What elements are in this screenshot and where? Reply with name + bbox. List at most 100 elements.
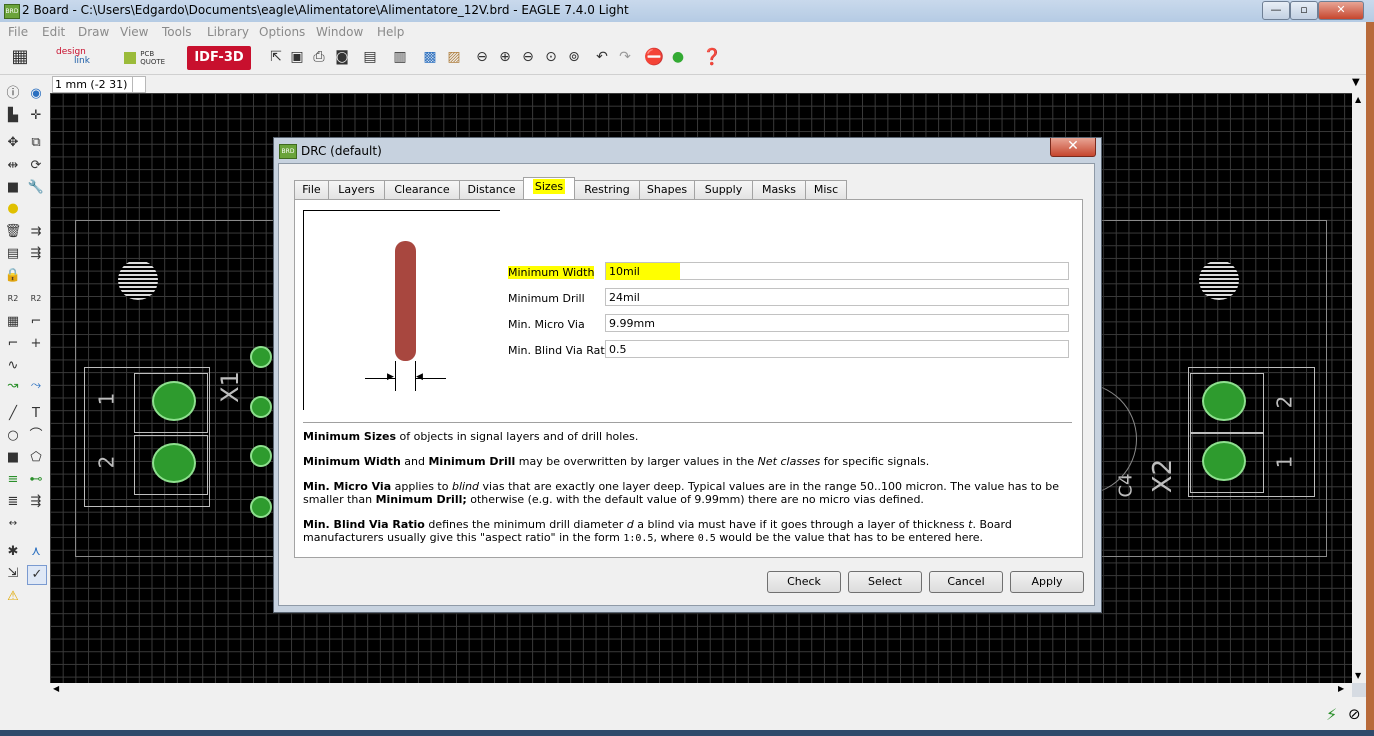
layer-icon[interactable]: ▩ bbox=[420, 47, 440, 67]
menu-help[interactable]: Help bbox=[377, 25, 404, 39]
zoom-area-icon[interactable]: ⊚ bbox=[564, 47, 584, 67]
lightning-icon[interactable]: ⚡ bbox=[1326, 705, 1337, 724]
cam-icon[interactable]: ◙ bbox=[332, 47, 352, 67]
x2-pad-1[interactable] bbox=[1202, 441, 1246, 481]
minimize-button[interactable]: — bbox=[1262, 1, 1290, 20]
maximize-button[interactable]: ▫ bbox=[1290, 1, 1318, 20]
tab-masks[interactable]: Masks bbox=[752, 180, 806, 199]
scroll-left-icon[interactable]: ◀ bbox=[53, 684, 59, 693]
meander-icon[interactable]: ∿ bbox=[4, 357, 22, 375]
zoom-out-icon[interactable]: ⊖ bbox=[518, 47, 538, 67]
open-icon[interactable]: ⇱ bbox=[266, 47, 286, 67]
tab-layers[interactable]: Layers bbox=[328, 180, 385, 199]
tab-misc[interactable]: Misc bbox=[805, 180, 847, 199]
tab-sizes[interactable]: Sizes bbox=[523, 177, 575, 200]
route-icon[interactable]: ↝ bbox=[4, 377, 22, 395]
zoom-redraw-icon[interactable]: ⊙ bbox=[541, 47, 561, 67]
circle-icon[interactable]: ○ bbox=[4, 427, 22, 445]
command-dropdown-icon[interactable]: ▼ bbox=[1352, 77, 1360, 88]
check-button[interactable]: Check bbox=[767, 571, 841, 593]
tab-clearance[interactable]: Clearance bbox=[384, 180, 460, 199]
help-icon[interactable]: ❓ bbox=[702, 47, 722, 67]
menu-library[interactable]: Library bbox=[207, 25, 249, 39]
menu-file[interactable]: File bbox=[8, 25, 28, 39]
paste-icon[interactable]: ● bbox=[4, 200, 22, 218]
close-window-button[interactable]: ✕ bbox=[1318, 1, 1364, 20]
name-icon[interactable]: R2 bbox=[4, 290, 22, 308]
polygon-icon[interactable]: ⬠ bbox=[27, 449, 45, 467]
miter-icon[interactable]: ⌐ bbox=[27, 313, 45, 331]
ripup-icon[interactable]: ⤳ bbox=[27, 377, 45, 395]
stop-command-icon[interactable]: ⊘ bbox=[1348, 705, 1361, 723]
tab-distance[interactable]: Distance bbox=[459, 180, 524, 199]
redo-icon[interactable]: ↷ bbox=[615, 47, 635, 67]
menu-tools[interactable]: Tools bbox=[162, 25, 192, 39]
lock-icon[interactable]: ⇶ bbox=[27, 245, 45, 263]
command-line-input[interactable] bbox=[132, 76, 146, 93]
dialog-close-button[interactable]: ✕ bbox=[1050, 138, 1096, 157]
replace-icon[interactable]: ▤ bbox=[4, 245, 22, 263]
optimize-icon[interactable]: + bbox=[27, 335, 45, 353]
via-icon[interactable]: ≡ bbox=[4, 471, 22, 489]
print-icon[interactable]: ⎙ bbox=[309, 47, 329, 67]
copy-icon[interactable]: ⧉ bbox=[27, 134, 45, 152]
pad-d[interactable] bbox=[250, 496, 272, 518]
undo-icon[interactable]: ↶ bbox=[592, 47, 612, 67]
x1-pad-1[interactable] bbox=[152, 381, 196, 421]
arc-icon[interactable]: ⌒ bbox=[27, 427, 45, 445]
scroll-up-icon[interactable]: ▲ bbox=[1355, 95, 1361, 104]
layer-settings-icon[interactable]: ▨ bbox=[444, 47, 464, 67]
cancel-button[interactable]: Cancel bbox=[929, 571, 1003, 593]
layer-display-icon[interactable]: ▙ bbox=[4, 107, 22, 125]
minimum-width-field[interactable]: 10mil bbox=[605, 262, 1069, 280]
go-icon[interactable]: ● bbox=[668, 47, 688, 67]
split-icon[interactable]: ⌐ bbox=[4, 335, 22, 353]
zoom-in-icon[interactable]: ⊕ bbox=[495, 47, 515, 67]
delete-icon[interactable]: 🗑 bbox=[4, 223, 22, 241]
scroll-down-icon[interactable]: ▼ bbox=[1355, 671, 1361, 680]
value-icon[interactable]: R2 bbox=[27, 290, 45, 308]
info-icon[interactable]: ⓘ bbox=[4, 85, 22, 103]
zoom-fit-icon[interactable]: ⊖ bbox=[472, 47, 492, 67]
menu-view[interactable]: View bbox=[120, 25, 148, 39]
mark-icon[interactable]: ✛ bbox=[27, 107, 45, 125]
grid-icon[interactable]: ▦ bbox=[10, 47, 30, 67]
stop-icon[interactable]: ⛔ bbox=[644, 47, 664, 67]
pad-b[interactable] bbox=[250, 396, 272, 418]
menu-window[interactable]: Window bbox=[316, 25, 363, 39]
tab-supply[interactable]: Supply bbox=[694, 180, 753, 199]
scroll-right-icon[interactable]: ▶ bbox=[1338, 684, 1344, 693]
select-button[interactable]: Select bbox=[848, 571, 922, 593]
menu-options[interactable]: Options bbox=[259, 25, 305, 39]
dimension-icon[interactable]: ↔ bbox=[4, 515, 22, 533]
erc-icon[interactable]: ⇲ bbox=[4, 565, 22, 583]
hole-icon[interactable]: ≣ bbox=[4, 493, 22, 511]
rotate-icon[interactable]: ⟳ bbox=[27, 157, 45, 175]
vertical-scrollbar[interactable]: ▲ ▼ bbox=[1352, 93, 1366, 683]
pad-c[interactable] bbox=[250, 445, 272, 467]
change-icon[interactable]: 🔧 bbox=[27, 179, 45, 197]
menu-draw[interactable]: Draw bbox=[78, 25, 109, 39]
padlock-icon[interactable]: 🔒 bbox=[4, 267, 22, 285]
pcb-quote-button[interactable]: PCB QUOTE bbox=[124, 50, 165, 66]
drc-icon[interactable]: ✓ bbox=[27, 565, 47, 585]
signal-icon[interactable]: ⊷ bbox=[27, 471, 45, 489]
horizontal-scrollbar[interactable]: ◀ ▶ bbox=[50, 683, 1352, 697]
tab-file[interactable]: File bbox=[294, 180, 329, 199]
ulp-icon[interactable]: ▥ bbox=[390, 47, 410, 67]
min-micro-via-field[interactable]: 9.99mm bbox=[605, 314, 1069, 332]
script-icon[interactable]: ▤ bbox=[360, 47, 380, 67]
errors-icon[interactable]: ⚠ bbox=[4, 588, 22, 606]
menu-edit[interactable]: Edit bbox=[42, 25, 65, 39]
idf-3d-button[interactable]: IDF-3D bbox=[187, 46, 251, 70]
attribute-icon[interactable]: ⇶ bbox=[27, 493, 45, 511]
design-link-button[interactable]: design link bbox=[56, 48, 90, 66]
minimum-drill-field[interactable]: 24mil bbox=[605, 288, 1069, 306]
apply-button[interactable]: Apply bbox=[1010, 571, 1084, 593]
move-icon[interactable]: ✥ bbox=[4, 134, 22, 152]
smash-icon[interactable]: ▦ bbox=[4, 313, 22, 331]
x2-pad-2[interactable] bbox=[1202, 381, 1246, 421]
ratsnest-icon[interactable]: ✱ bbox=[4, 543, 22, 561]
wire-icon[interactable]: ╱ bbox=[4, 405, 22, 423]
mirror-icon[interactable]: ⇹ bbox=[4, 157, 22, 175]
